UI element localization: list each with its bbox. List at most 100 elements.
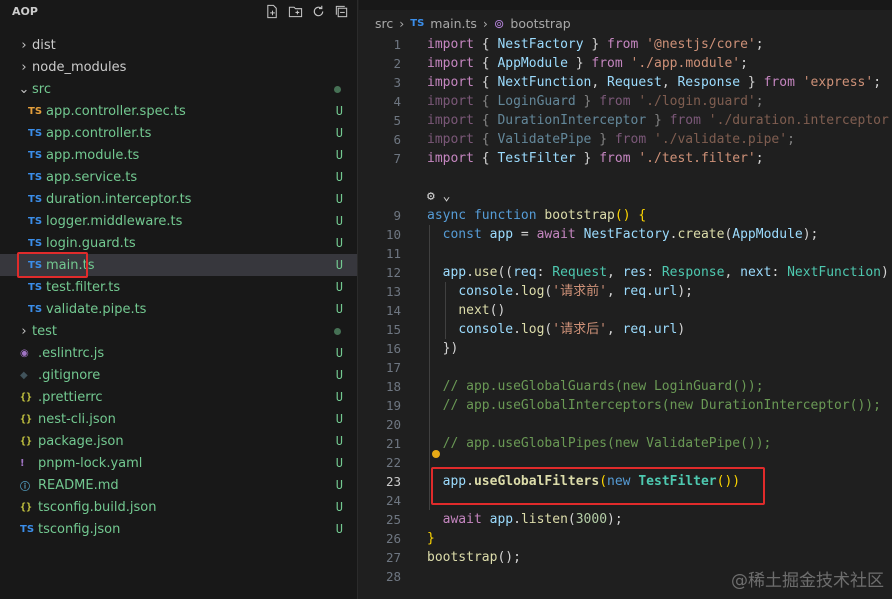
file-item[interactable]: TS validate.pipe.ts U <box>0 298 357 320</box>
git-status-untracked: U <box>335 500 343 514</box>
code-text: import { DurationInterceptor } from './d… <box>427 113 892 128</box>
code-line[interactable]: 18 // app.useGlobalGuards(new LoginGuard… <box>359 377 892 396</box>
git-status-untracked: U <box>335 214 343 228</box>
file-name: test.filter.ts <box>46 279 121 295</box>
file-item[interactable]: TS logger.middleware.ts U <box>0 210 357 232</box>
file-item[interactable]: ◉ .eslintrc.js U <box>0 342 357 364</box>
code-line[interactable]: 11 <box>359 244 892 263</box>
code-text: } <box>427 531 435 546</box>
file-name: README.md <box>38 477 119 493</box>
explorer-header: AOP <box>0 0 357 22</box>
code-line[interactable]: 2 import { AppModule } from './app.module… <box>359 54 892 73</box>
chevron-down-icon[interactable]: ⌄ <box>16 82 32 97</box>
code-line[interactable]: 7 import { TestFilter } from './test.filt… <box>359 149 892 168</box>
chevron-right-icon[interactable]: › <box>16 60 32 75</box>
file-item[interactable]: TS app.module.ts U <box>0 144 357 166</box>
line-number: 13 <box>385 284 401 299</box>
code-editor[interactable]: 1 import { NestFactory } from '@nestjs/co… <box>359 34 892 599</box>
code-line[interactable]: 19 // app.useGlobalInterceptors(new Dura… <box>359 396 892 415</box>
code-line[interactable]: 10 const app = await NestFactory.create(… <box>359 225 892 244</box>
file-item[interactable]: TS test.filter.ts U <box>0 276 357 298</box>
code-line[interactable]: ⚙︎ ⌄ <box>359 187 892 206</box>
line-number: 16 <box>385 341 401 356</box>
file-name: node_modules <box>32 59 127 75</box>
file-item[interactable]: ◆ .gitignore U <box>0 364 357 386</box>
folder-item[interactable]: ⌄ src <box>0 78 357 100</box>
code-text: }) <box>427 341 459 356</box>
file-item[interactable]: TS app.service.ts U <box>0 166 357 188</box>
breadcrumb-file[interactable]: main.ts <box>430 16 477 31</box>
code-line[interactable]: 25 await app.listen(3000); <box>359 510 892 529</box>
code-text: import { TestFilter } from './test.filte… <box>427 151 764 166</box>
code-line[interactable]: 9 async function bootstrap() { <box>359 206 892 225</box>
lightbulb-icon[interactable] <box>432 450 440 458</box>
file-item[interactable]: ! pnpm-lock.yaml U <box>0 452 357 474</box>
code-line[interactable]: 4 import { LoginGuard } from './login.gua… <box>359 92 892 111</box>
highlight-box-line-23 <box>431 467 765 505</box>
folder-item[interactable]: › dist <box>0 34 357 56</box>
new-folder-icon[interactable] <box>287 3 303 19</box>
code-line[interactable]: 1 import { NestFactory } from '@nestjs/co… <box>359 35 892 54</box>
readme-file-icon: ⓘ <box>20 481 30 493</box>
breadcrumb-folder[interactable]: src <box>375 16 393 31</box>
file-item[interactable]: {} tsconfig.build.json U <box>0 496 357 518</box>
line-number: 25 <box>385 512 401 527</box>
file-item[interactable]: TS tsconfig.json U <box>0 518 357 540</box>
file-item[interactable]: TS app.controller.ts U <box>0 122 357 144</box>
line-number: 1 <box>393 37 401 52</box>
line-number: 9 <box>393 208 401 223</box>
folder-item[interactable]: › test <box>0 320 357 342</box>
code-text: import { LoginGuard } from './login.guar… <box>427 94 764 109</box>
typescript-file-icon: TS <box>28 171 43 183</box>
breadcrumb-symbol[interactable]: bootstrap <box>510 16 570 31</box>
line-number: 2 <box>393 56 401 71</box>
code-line[interactable]: 15 console.log('请求后', req.url) <box>359 320 892 339</box>
chevron-right-icon[interactable]: › <box>16 38 32 53</box>
code-line[interactable]: 21 // app.useGlobalPipes(new ValidatePip… <box>359 434 892 453</box>
code-text: // app.useGlobalInterceptors(new Duratio… <box>427 398 881 413</box>
code-line[interactable]: 20 <box>359 415 892 434</box>
new-file-icon[interactable] <box>264 3 280 19</box>
git-file-icon: ◆ <box>20 369 28 381</box>
git-status-untracked: U <box>335 412 343 426</box>
collapse-all-icon[interactable] <box>333 3 349 19</box>
code-line[interactable]: 12 app.use((req: Request, res: Response,… <box>359 263 892 282</box>
explorer-actions <box>264 3 349 19</box>
code-line[interactable]: 16 }) <box>359 339 892 358</box>
code-line[interactable]: 26} <box>359 529 892 548</box>
indent-guide <box>429 225 430 510</box>
folder-item[interactable]: › node_modules <box>0 56 357 78</box>
git-status-untracked: U <box>335 258 343 272</box>
chevron-right-icon[interactable]: › <box>16 324 32 339</box>
code-line[interactable]: 13 console.log('请求前', req.url); <box>359 282 892 301</box>
chevron-right-icon: › <box>399 15 405 31</box>
refresh-icon[interactable] <box>310 3 326 19</box>
code-line[interactable]: 5 import { DurationInterceptor } from './… <box>359 111 892 130</box>
code-line[interactable]: 6 import { ValidatePipe } from './validat… <box>359 130 892 149</box>
code-text: bootstrap(); <box>427 550 521 565</box>
file-item[interactable]: {} package.json U <box>0 430 357 452</box>
file-item[interactable]: TS login.guard.ts U <box>0 232 357 254</box>
yaml-file-icon: ! <box>20 457 25 469</box>
git-status-untracked: U <box>335 148 343 162</box>
line-number: 6 <box>393 132 401 147</box>
code-line[interactable] <box>359 168 892 187</box>
code-line[interactable]: 3 import { NextFunction, Request, Respons… <box>359 73 892 92</box>
git-status-untracked: U <box>335 104 343 118</box>
file-name: logger.middleware.ts <box>46 213 183 229</box>
code-line[interactable]: 27 bootstrap(); <box>359 548 892 567</box>
line-number: 10 <box>385 227 401 242</box>
file-item[interactable]: {} nest-cli.json U <box>0 408 357 430</box>
code-line[interactable]: 17 <box>359 358 892 377</box>
code-text: app.use((req: Request, res: Response, ne… <box>442 265 889 280</box>
chevron-right-icon: › <box>482 15 488 31</box>
file-item[interactable]: {} .prettierrc U <box>0 386 357 408</box>
file-item[interactable]: TS duration.interceptor.ts U <box>0 188 357 210</box>
file-item[interactable]: TS app.controller.spec.ts U <box>0 100 357 122</box>
code-line[interactable]: 14 next() <box>359 301 892 320</box>
file-item[interactable]: ⓘ README.md U <box>0 474 357 496</box>
file-item[interactable]: TS main.ts U <box>0 252 357 278</box>
git-status-dot <box>334 85 341 93</box>
git-status-dot <box>334 327 341 335</box>
explorer-title: AOP <box>12 4 38 18</box>
